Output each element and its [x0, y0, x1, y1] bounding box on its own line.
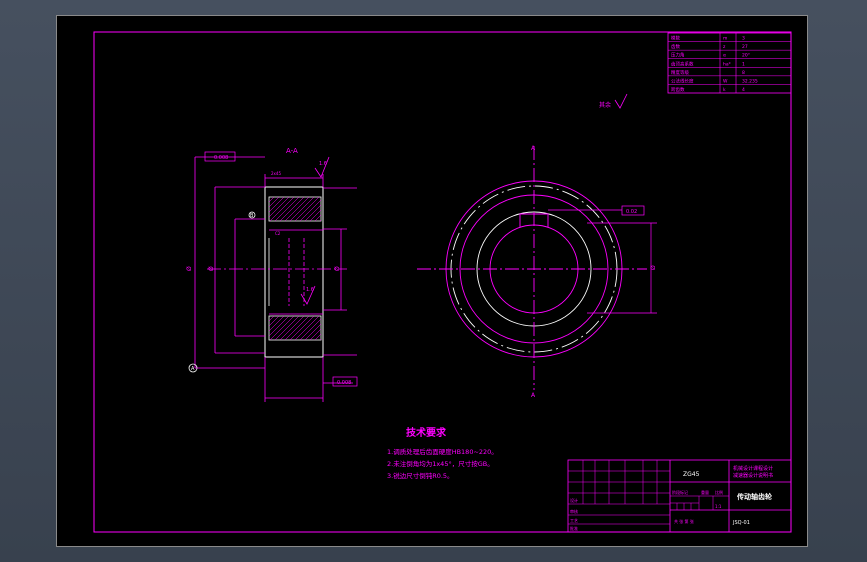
section-mark-bottom: A — [531, 392, 536, 399]
section-view — [188, 151, 358, 402]
param-table-name-cell: 齿顶高系数 — [671, 60, 694, 67]
hatch-line — [269, 196, 295, 222]
hatch-line — [294, 196, 320, 222]
hatch-line — [304, 323, 322, 341]
param-table-symbol-cell: m — [723, 37, 727, 42]
drawing-sheet: 模数 m 3 齿数 z 27 压力角 α 20° 齿顶高系数 ha* 1 精度等级 8 公法线长度 W 32.2… — [56, 15, 808, 547]
title-block-school-2: 减速器设计说明书 — [733, 472, 773, 479]
hatch-line — [268, 315, 280, 327]
section-view-title: A-A — [286, 147, 298, 155]
small-chamfer-dimension: C2 — [275, 231, 281, 236]
keyway-dimension: Ø — [650, 265, 657, 270]
param-table-name-cell: 精度等级 — [671, 69, 689, 76]
hatch-line — [279, 315, 305, 341]
param-table-value-cell: 8 — [742, 70, 745, 76]
hatch-line — [274, 196, 300, 222]
title-block-drawing-no: JSQ-01 — [732, 520, 750, 526]
flatness-tolerance-label: 0.008 — [214, 155, 228, 161]
hatch-line — [284, 196, 310, 222]
cad-drawing-canvas: 模数 m 3 齿数 z 27 压力角 α 20° 齿顶高系数 ha* 1 精度等级 8 公法线长度 W 32.2… — [93, 31, 792, 533]
title-block-design-label: 设计 — [570, 497, 578, 503]
outer-diameter-dimension: Ø — [186, 266, 193, 271]
param-table-name-cell: 压力角 — [671, 52, 685, 59]
section-mark-top: A — [531, 145, 536, 152]
tech-requirements-title: 技术要求 — [406, 426, 447, 439]
bottom-tolerance-label: 0.008 — [337, 380, 351, 386]
param-table-name-cell: 模数 — [671, 35, 680, 42]
hatch-line — [304, 204, 322, 222]
tech-requirement-1: 1.调质处理后齿面硬度HB180~220。 — [387, 447, 498, 456]
bore-diameter-dimension: Ø — [334, 266, 341, 271]
param-table-symbol-cell: α — [723, 54, 726, 59]
param-table-value-cell: 27 — [742, 44, 748, 50]
hatch-line — [268, 196, 290, 218]
hatch-line — [289, 196, 315, 222]
hatch-line — [289, 315, 315, 341]
tech-requirement-2: 2.未注倒角均为1x45°，尺寸按GB。 — [387, 459, 494, 468]
mid-diameter-dimension: Ø — [208, 266, 215, 271]
hatch-line — [268, 315, 275, 322]
title-block-process-label: 工艺 — [570, 518, 578, 523]
title-block-approve-label: 批准 — [570, 525, 578, 531]
title-block-scale: 1:1 — [715, 504, 722, 509]
other-roughness-symbol — [614, 93, 628, 109]
hatch-line — [314, 333, 322, 341]
param-table-name-cell: 跨齿数 — [671, 86, 685, 93]
param-table-value-cell: 1 — [742, 61, 745, 67]
title-block-sheet-label: 共 张 第 张 — [674, 518, 694, 524]
title-block-scale-label: 比例 — [715, 489, 723, 495]
hatch-line — [284, 315, 310, 341]
tech-requirement-3: 3.锐边尺寸倒钝R0.5。 — [387, 471, 454, 480]
param-table-value-cell: 32.235 — [742, 78, 758, 84]
hatch-line — [294, 315, 320, 341]
param-table-symbol-cell: z — [723, 45, 726, 50]
hatch-line — [274, 315, 300, 341]
hatch-line — [268, 196, 280, 208]
datum-b-label: B — [250, 213, 254, 219]
param-table-value-cell: 3 — [742, 36, 745, 42]
section-surface-finish-2: 1.6 — [306, 287, 314, 293]
title-block-stage-label: 阶段标记 — [672, 489, 688, 495]
hatch-line — [268, 315, 290, 337]
section-hatching — [268, 196, 322, 341]
gear-parameter-table: 模数 m 3 齿数 z 27 压力角 α 20° 齿顶高系数 ha* 1 精度等级 8 公法线长度 W 32.2… — [667, 32, 792, 94]
param-table-name-cell: 公法线长度 — [671, 77, 694, 84]
front-view — [417, 146, 657, 390]
hatch-line — [314, 214, 322, 222]
title-block-school: 机械设计课程设计 — [733, 465, 773, 472]
param-table-value-cell: 20° — [742, 53, 750, 59]
inner-border — [93, 31, 792, 533]
param-table-symbol-cell: ha* — [723, 61, 732, 67]
keyway-tolerance-label: 0.02 — [626, 209, 637, 215]
section-surface-finish: 1.6 — [319, 161, 327, 167]
param-table-value-cell: 4 — [742, 87, 745, 93]
param-table-symbol-cell: k — [723, 87, 726, 93]
param-table-symbol-cell: W — [723, 78, 728, 84]
other-roughness-label: 其余 — [599, 101, 611, 109]
param-table-name-cell: 齿数 — [671, 43, 680, 50]
chamfer-dimension: 2x45 — [271, 171, 281, 176]
title-block-part-name: 传动轴齿轮 — [736, 492, 772, 501]
title-block-material: ZG45 — [683, 471, 700, 478]
datum-a-label: A — [191, 366, 195, 372]
hatch-line — [279, 196, 305, 222]
title-block-check-label: 审核 — [570, 508, 578, 514]
hatch-line — [269, 315, 295, 341]
hatch-line — [268, 196, 275, 203]
title-block-weight-label: 重量 — [701, 489, 709, 495]
hatch-line — [309, 328, 322, 341]
hatch-line — [309, 209, 322, 222]
